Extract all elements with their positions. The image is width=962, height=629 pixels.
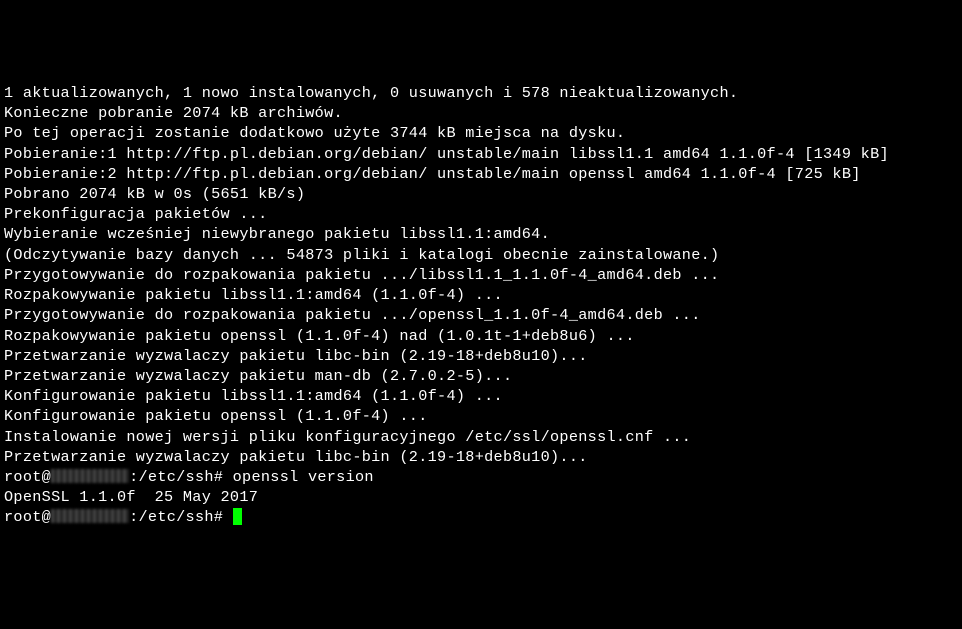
terminal-line: Konfigurowanie pakietu openssl (1.1.0f-4… [4, 406, 958, 426]
prompt-path: :/etc/ssh# [129, 508, 223, 526]
prompt-user: root@ [4, 468, 51, 486]
terminal-line: Pobieranie:2 http://ftp.pl.debian.org/de… [4, 164, 958, 184]
terminal-line: (Odczytywanie bazy danych ... 54873 plik… [4, 245, 958, 265]
cursor [233, 508, 242, 525]
terminal-line: Przetwarzanie wyzwalaczy pakietu libc-bi… [4, 447, 958, 467]
terminal-line: Pobieranie:1 http://ftp.pl.debian.org/de… [4, 144, 958, 164]
shell-prompt[interactable]: root@ :/etc/ssh# [4, 507, 958, 527]
terminal-line: Instalowanie nowej wersji pliku konfigur… [4, 427, 958, 447]
terminal-line: OpenSSL 1.1.0f 25 May 2017 [4, 487, 958, 507]
shell-prompt[interactable]: root@ :/etc/ssh# openssl version [4, 467, 958, 487]
terminal-line: Po tej operacji zostanie dodatkowo użyte… [4, 123, 958, 143]
prompt-host-obscured [51, 509, 129, 523]
terminal-line: Pobrano 2074 kB w 0s (5651 kB/s) [4, 184, 958, 204]
terminal-line: Wybieranie wcześniej niewybranego pakiet… [4, 224, 958, 244]
terminal-line: Rozpakowywanie pakietu openssl (1.1.0f-4… [4, 326, 958, 346]
terminal-line: Rozpakowywanie pakietu libssl1.1:amd64 (… [4, 285, 958, 305]
terminal-line: Przygotowywanie do rozpakowania pakietu … [4, 305, 958, 325]
prompt-command [223, 508, 232, 526]
prompt-path: :/etc/ssh# [129, 468, 223, 486]
prompt-command: openssl version [223, 468, 374, 486]
terminal-line: 1 aktualizowanych, 1 nowo instalowanych,… [4, 83, 958, 103]
terminal-line: Konfigurowanie pakietu libssl1.1:amd64 (… [4, 386, 958, 406]
terminal-line: Prekonfiguracja pakietów ... [4, 204, 958, 224]
terminal-line: Przetwarzanie wyzwalaczy pakietu man-db … [4, 366, 958, 386]
prompt-user: root@ [4, 508, 51, 526]
prompt-host-obscured [51, 469, 129, 483]
terminal-line: Przygotowywanie do rozpakowania pakietu … [4, 265, 958, 285]
terminal-line: Konieczne pobranie 2074 kB archiwów. [4, 103, 958, 123]
terminal-line: Przetwarzanie wyzwalaczy pakietu libc-bi… [4, 346, 958, 366]
